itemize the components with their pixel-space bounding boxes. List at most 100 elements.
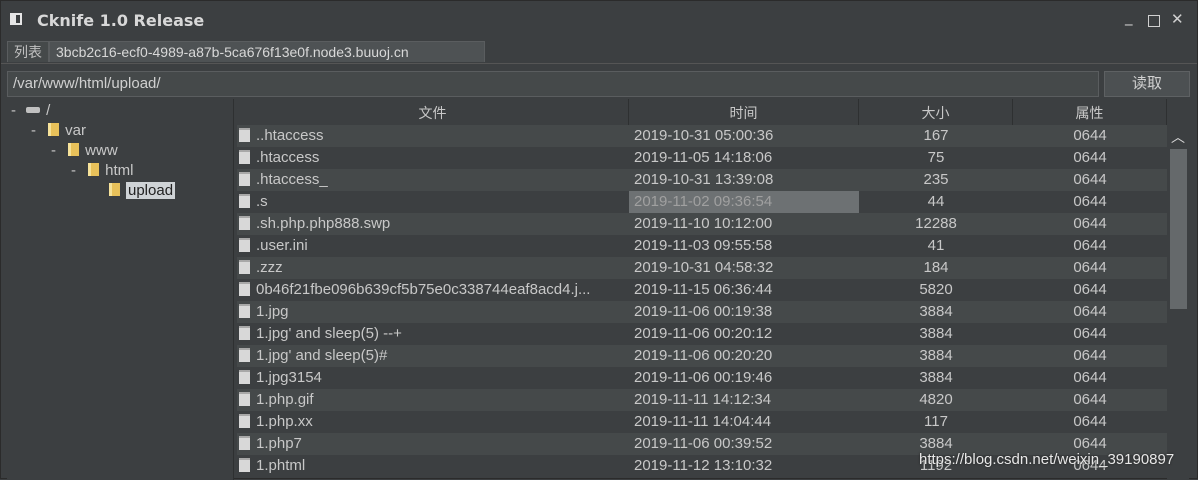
cell-file-name: .zzz bbox=[237, 257, 629, 279]
cell-file-name: 1.php.xx bbox=[237, 411, 629, 433]
cell-attr: 0644 bbox=[1073, 413, 1107, 430]
tree-toggle[interactable]: - bbox=[31, 122, 36, 139]
tree-node-var[interactable]: - var bbox=[31, 121, 86, 141]
cell-attr: 0644 bbox=[1073, 193, 1107, 210]
file-icon bbox=[239, 458, 250, 472]
cell-file-name: 1.jpg bbox=[237, 301, 629, 323]
tree-toggle[interactable]: - bbox=[11, 102, 16, 119]
header-time[interactable]: 时间 bbox=[629, 99, 859, 125]
cell-time: 2019-10-31 05:00:36 bbox=[634, 127, 774, 144]
drive-icon bbox=[26, 107, 41, 113]
file-name: .zzz bbox=[256, 259, 283, 276]
file-icon bbox=[239, 216, 250, 230]
file-table: 文件 时间 大小 属性 ..htaccess 2019-10-31 05:00:3… bbox=[237, 99, 1197, 480]
table-row[interactable]: .user.ini 2019-11-03 09:55:58 41 0644 bbox=[237, 235, 1167, 257]
cell-file-name: .sh.php.php888.swp bbox=[237, 213, 629, 235]
close-button[interactable]: ✕ bbox=[1171, 10, 1184, 28]
tree-node-root[interactable]: - / bbox=[11, 101, 50, 121]
cell-size: 167 bbox=[923, 127, 949, 144]
table-row[interactable]: 1.jpg' and sleep(5)# 2019-11-06 00:20:20 3… bbox=[237, 345, 1167, 367]
header-file[interactable]: 文件 bbox=[237, 99, 629, 125]
file-icon bbox=[239, 348, 250, 362]
file-name: .htaccess_ bbox=[256, 171, 328, 188]
file-icon bbox=[239, 194, 250, 208]
table-row[interactable]: 1.jpg 2019-11-06 00:19:38 3884 0644 bbox=[237, 301, 1167, 323]
tree-node-upload[interactable]: upload bbox=[109, 181, 176, 201]
file-name: .s bbox=[256, 193, 268, 210]
cell-time: 2019-11-06 00:20:12 bbox=[634, 325, 773, 342]
cell-file-name: 0b46f21fbe096b639cf5b75e0c338744eaf8acd4… bbox=[237, 279, 629, 301]
table-row[interactable]: 1.php.gif 2019-11-11 14:12:34 4820 0644 bbox=[237, 389, 1167, 411]
table-row[interactable]: .zzz 2019-10-31 04:58:32 184 0644 bbox=[237, 257, 1167, 279]
cell-file-name: 1.jpg3154 bbox=[237, 367, 629, 389]
table-row[interactable]: 0b46f21fbe096b639cf5b75e0c338744eaf8acd4… bbox=[237, 279, 1167, 301]
table-row[interactable]: .htaccess_ 2019-10-31 13:39:08 235 0644 bbox=[237, 169, 1167, 191]
cell-attr: 0644 bbox=[1073, 237, 1107, 254]
path-input[interactable]: /var/www/html/upload/ bbox=[7, 71, 1099, 97]
vertical-scrollbar[interactable]: ︿ bbox=[1167, 125, 1189, 480]
cell-file-name: .user.ini bbox=[237, 235, 629, 257]
tree-node-html[interactable]: - html bbox=[71, 161, 134, 181]
file-icon bbox=[239, 128, 250, 142]
header-size[interactable]: 大小 bbox=[859, 99, 1013, 125]
cell-time: 2019-11-12 13:10:32 bbox=[634, 457, 773, 474]
tab-list[interactable]: 列表 bbox=[7, 41, 49, 62]
folder-icon bbox=[68, 143, 80, 156]
cell-size: 184 bbox=[923, 259, 949, 276]
tab-host[interactable]: 3bcb2c16-ecf0-4989-a87b-5ca676f13e0f.nod… bbox=[49, 41, 485, 62]
tree-label: html bbox=[105, 162, 134, 179]
table-row[interactable]: 1.jpg3154 2019-11-06 00:19:46 3884 0644 bbox=[237, 367, 1167, 389]
file-name: 1.jpg' and sleep(5) --+ bbox=[256, 325, 402, 342]
tree-label: upload bbox=[126, 182, 176, 199]
tree-label: www bbox=[85, 142, 118, 159]
cell-time: 2019-11-03 09:55:58 bbox=[634, 237, 773, 254]
file-name: 1.jpg bbox=[256, 303, 289, 320]
maximize-button[interactable] bbox=[1148, 15, 1160, 27]
file-name: 1.phtml bbox=[256, 457, 306, 474]
title-bar[interactable]: Cknife 1.0 Release _ ✕ bbox=[1, 1, 1197, 39]
table-header: 文件 时间 大小 属性 bbox=[237, 99, 1197, 125]
table-row[interactable]: 1.jpg' and sleep(5) --+ 2019-11-06 00:20:… bbox=[237, 323, 1167, 345]
cell-attr: 0644 bbox=[1073, 391, 1107, 408]
tree-toggle[interactable]: - bbox=[71, 162, 76, 179]
cell-size: 3884 bbox=[919, 347, 953, 364]
table-row[interactable]: 1.php.xx 2019-11-11 14:04:44 117 0644 bbox=[237, 411, 1167, 433]
cell-time: 2019-11-11 14:12:34 bbox=[634, 391, 772, 408]
file-name: 1.jpg3154 bbox=[256, 369, 322, 386]
cell-size: 5820 bbox=[919, 281, 953, 298]
cell-time: 2019-10-31 13:39:08 bbox=[634, 171, 774, 188]
minimize-button[interactable]: _ bbox=[1125, 8, 1133, 26]
table-row[interactable]: .sh.php.php888.swp 2019-11-10 10:12:00 122… bbox=[237, 213, 1167, 235]
cell-size: 3884 bbox=[919, 369, 953, 386]
cell-attr: 0644 bbox=[1073, 259, 1107, 276]
header-attr[interactable]: 属性 bbox=[1013, 99, 1167, 125]
cell-time: 2019-11-06 00:19:38 bbox=[634, 303, 773, 320]
file-icon bbox=[239, 304, 250, 318]
tree-node-www[interactable]: - www bbox=[51, 141, 118, 161]
file-icon bbox=[239, 282, 250, 296]
table-row[interactable]: .htaccess 2019-11-05 14:18:06 75 0644 bbox=[237, 147, 1167, 169]
cell-time: 2019-11-11 14:04:44 bbox=[634, 413, 772, 430]
cell-time: 2019-10-31 04:58:32 bbox=[634, 259, 774, 276]
table-row[interactable]: .s 2019-11-02 09:36:54 44 0644 bbox=[237, 191, 1167, 213]
tree-toggle[interactable]: - bbox=[51, 142, 56, 159]
cell-attr: 0644 bbox=[1073, 171, 1107, 188]
folder-icon bbox=[88, 163, 100, 176]
scroll-up-icon[interactable]: ︿ bbox=[1171, 127, 1185, 147]
file-icon bbox=[239, 238, 250, 252]
file-name: 1.php7 bbox=[256, 435, 302, 452]
file-icon bbox=[239, 326, 250, 340]
cell-time: 2019-11-15 06:36:44 bbox=[634, 281, 773, 298]
folder-icon bbox=[109, 183, 120, 196]
cell-size: 41 bbox=[927, 237, 945, 254]
cell-file-name: .htaccess bbox=[237, 147, 629, 169]
cell-time: 2019-11-06 00:20:20 bbox=[634, 347, 773, 364]
file-name: .htaccess bbox=[256, 149, 320, 166]
directory-tree: - / - var - www - html upload bbox=[7, 99, 234, 480]
cell-attr: 0644 bbox=[1073, 369, 1107, 386]
file-icon bbox=[239, 436, 250, 450]
scroll-thumb[interactable] bbox=[1170, 149, 1187, 309]
file-icon bbox=[239, 172, 250, 186]
table-row[interactable]: ..htaccess 2019-10-31 05:00:36 167 0644 bbox=[237, 125, 1167, 147]
read-button[interactable]: 读取 bbox=[1104, 71, 1190, 97]
